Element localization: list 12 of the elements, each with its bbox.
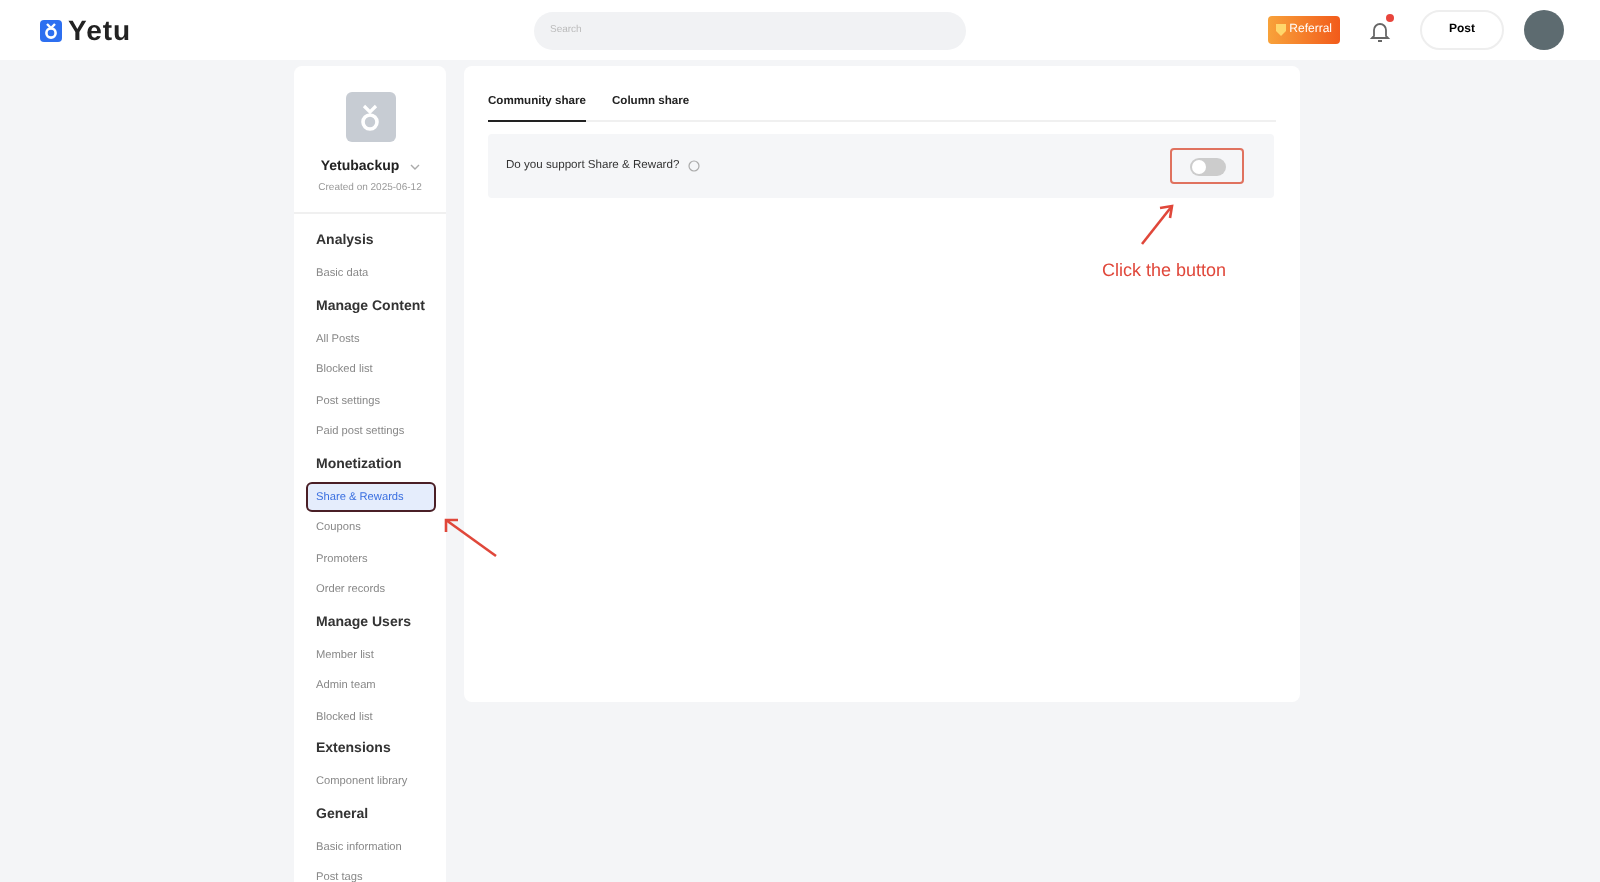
- toggle-switch[interactable]: [1189, 157, 1225, 175]
- shield-icon: [1275, 24, 1286, 36]
- caret-icon[interactable]: [409, 164, 420, 170]
- annotation-arrow: [1138, 200, 1178, 248]
- community-avatar: [345, 92, 395, 142]
- help-icon[interactable]: [687, 160, 700, 172]
- logo-text: Yetu: [68, 14, 132, 46]
- user-avatar[interactable]: [1524, 10, 1564, 50]
- bell-icon[interactable]: [1368, 20, 1392, 44]
- annotation-text: Click the button: [1102, 260, 1227, 280]
- annotation-arrow: [440, 514, 500, 560]
- logo-icon: [40, 19, 62, 41]
